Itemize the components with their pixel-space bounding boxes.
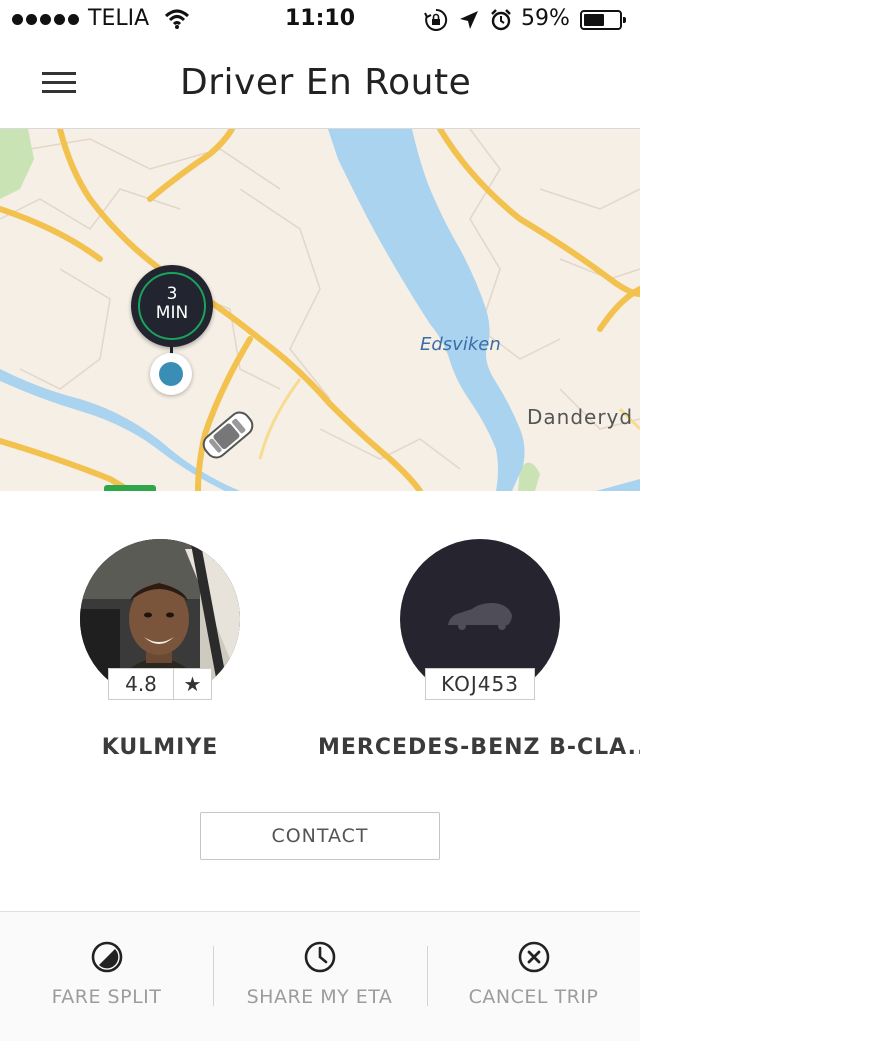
- rotation-lock-icon: [424, 8, 448, 36]
- cancel-circle-icon: [517, 940, 551, 978]
- page-title: Driver En Route: [180, 62, 472, 103]
- vehicle-name: MERCEDES-BENZ B-CLA...: [318, 735, 640, 760]
- battery-icon: [580, 10, 626, 30]
- license-plate-badge: KOJ453: [425, 668, 535, 700]
- map-label-place: Danderyd: [527, 405, 634, 429]
- trip-actions-bar: FARE SPLIT SHARE MY ETA CANCEL TRIP: [0, 911, 640, 1041]
- driver-rating: 4.8: [109, 669, 174, 699]
- fare-split-icon: [90, 940, 124, 978]
- share-eta-label: SHARE MY ETA: [246, 986, 393, 1008]
- contact-button[interactable]: CONTACT: [200, 812, 440, 860]
- location-arrow-icon: [458, 9, 480, 35]
- cancel-trip-button[interactable]: CANCEL TRIP: [427, 912, 640, 1040]
- battery-fill: [584, 14, 604, 26]
- eta-value: 3: [166, 284, 178, 304]
- alarm-icon: [490, 9, 512, 35]
- star-icon: ★: [183, 672, 202, 696]
- hamburger-menu-icon[interactable]: [42, 72, 76, 96]
- status-icons: [424, 8, 512, 36]
- map-view[interactable]: Edsviken Danderyd 3 MIN: [0, 129, 640, 491]
- battery-percent: 59%: [521, 6, 570, 31]
- map-background: [0, 129, 640, 491]
- nav-bar: Driver En Route: [0, 42, 640, 129]
- status-bar: TELIA 11:10 59%: [0, 0, 640, 42]
- map-label-water: Edsviken: [420, 334, 501, 355]
- clock-icon: [303, 940, 337, 978]
- fare-split-button[interactable]: FARE SPLIT: [0, 912, 213, 1040]
- eta-pin[interactable]: 3 MIN: [131, 265, 213, 347]
- driver-name: KULMIYE: [101, 735, 219, 760]
- driver-rating-badge: 4.8 ★: [108, 668, 212, 700]
- share-eta-button[interactable]: SHARE MY ETA: [213, 912, 426, 1040]
- eta-unit: MIN: [155, 303, 189, 323]
- driver-info-panel: 4.8 ★ KULMIYE KOJ453 MERCEDES-BENZ B-CLA…: [0, 491, 640, 911]
- phone-screen: TELIA 11:10 59% Driver En Route Edsviken…: [0, 0, 640, 1041]
- pickup-location-marker: [150, 353, 192, 395]
- fare-split-label: FARE SPLIT: [51, 986, 162, 1008]
- cancel-trip-label: CANCEL TRIP: [468, 986, 599, 1008]
